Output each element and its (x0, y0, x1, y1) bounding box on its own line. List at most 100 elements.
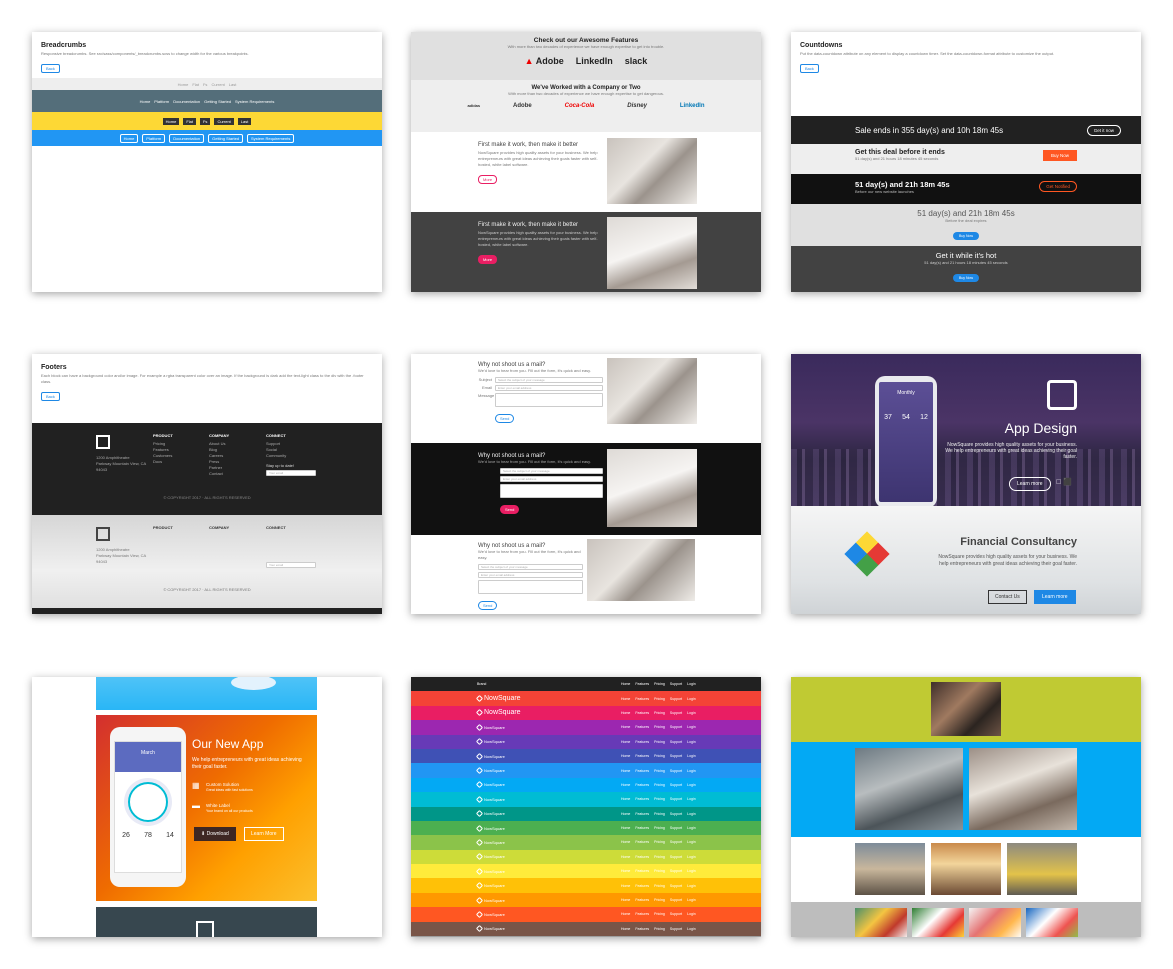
navbar-link[interactable]: Pricing (654, 826, 665, 830)
navbar-link[interactable]: Home (621, 711, 630, 715)
navbar-link[interactable]: Support (670, 927, 682, 931)
navbar-link[interactable]: Pricing (654, 740, 665, 744)
breadcrumbs-preview-card[interactable]: Breadcrumbs Responsive breadcrumbs. See … (32, 32, 382, 292)
navbar-link[interactable]: Features (635, 697, 649, 701)
back-button[interactable]: Back (41, 64, 60, 73)
navbar-link[interactable]: Features (635, 711, 649, 715)
navbar-link[interactable]: Pricing (654, 754, 665, 758)
navbar-brand[interactable]: NowSquare (484, 926, 505, 931)
navbar-link[interactable]: Support (670, 711, 682, 715)
contact-forms-preview-card[interactable]: Why not shoot us a mail? We'd love to he… (411, 354, 761, 614)
navbar-link[interactable]: Home (621, 754, 630, 758)
navbar-link[interactable]: Pricing (654, 797, 665, 801)
navbar-link[interactable]: Pricing (654, 855, 665, 859)
gallery-photo-4[interactable] (855, 843, 925, 895)
navbar-link[interactable]: Home (621, 927, 630, 931)
navbar-link[interactable]: Home (621, 884, 630, 888)
navbar-link[interactable]: Login (687, 783, 696, 787)
email-input-3[interactable]: Enter your email address (478, 572, 583, 578)
gallery-photo-6[interactable] (1007, 843, 1077, 895)
navbar-link[interactable]: Features (635, 783, 649, 787)
navbar-link[interactable]: Support (670, 769, 682, 773)
breadcrumb-item[interactable]: Platform (142, 133, 166, 143)
subject-select-3[interactable]: Select the subject of your message (478, 564, 583, 570)
navbar-brand[interactable]: NowSquare (484, 811, 505, 816)
navbar-link[interactable]: Pricing (654, 898, 665, 902)
navbar-link[interactable]: Login (687, 711, 696, 715)
navbar-brand[interactable]: Brand (477, 682, 486, 686)
navbar-link[interactable]: Pricing (654, 884, 665, 888)
navbar-link[interactable]: Support (670, 884, 682, 888)
navbar-link[interactable]: Pricing (654, 697, 665, 701)
subject-select[interactable]: Select the subject of your message (495, 377, 603, 383)
navbar-link[interactable]: Support (670, 912, 682, 916)
navbar-link[interactable]: Login (687, 725, 696, 729)
learn-more-button[interactable]: Learn More (244, 827, 284, 841)
navbar-link[interactable]: Features (635, 769, 649, 773)
navbar-link[interactable]: Login (687, 682, 696, 686)
navbar-brand[interactable]: NowSquare (484, 840, 505, 845)
navbar-brand[interactable]: NowSquare (484, 912, 505, 917)
navbar-brand[interactable]: NowSquare (484, 739, 505, 744)
navbar-link[interactable]: Support (670, 812, 682, 816)
navbar-link[interactable]: Features (635, 812, 649, 816)
navbar-brand[interactable]: NowSquare (484, 768, 505, 773)
navbar-link[interactable]: Login (687, 797, 696, 801)
navbar-link[interactable]: Home (621, 826, 630, 830)
navbar-link[interactable]: Pricing (654, 869, 665, 873)
navbar-link[interactable]: Home (621, 912, 630, 916)
app-design-preview-card[interactable]: Monthly 37 54 12 App Design NowSquare pr… (791, 354, 1141, 614)
breadcrumb-item[interactable]: Documentation (173, 99, 200, 104)
navbar-link[interactable]: Pricing (654, 783, 665, 787)
navbar-link[interactable]: Features (635, 826, 649, 830)
navbar-link[interactable]: Home (621, 797, 630, 801)
navbar-link[interactable]: Home (621, 725, 630, 729)
navbar-link[interactable]: Support (670, 725, 682, 729)
navbar-link[interactable]: Pricing (654, 682, 665, 686)
navbar-brand[interactable]: NowSquare (484, 898, 505, 903)
navbar-link[interactable]: Support (670, 840, 682, 844)
back-button[interactable]: Back (41, 392, 60, 401)
breadcrumb-item[interactable]: Last (237, 117, 252, 125)
send-button-3[interactable]: Send (478, 601, 498, 610)
navbar-link[interactable]: Login (687, 769, 696, 773)
buy-now-button[interactable]: Buy Now (1042, 150, 1077, 161)
navbar-link[interactable]: Support (670, 754, 682, 758)
gallery-photo-9[interactable] (969, 908, 1021, 937)
features-preview-card[interactable]: Check out our Awesome Features With more… (411, 32, 761, 292)
breadcrumb-item[interactable]: Home (119, 133, 139, 143)
navbar-link[interactable]: Login (687, 884, 696, 888)
breadcrumb-item[interactable]: Current (214, 117, 234, 125)
navbar-link[interactable]: Login (687, 927, 696, 931)
footers-preview-card[interactable]: Footers Each block can have a background… (32, 354, 382, 614)
navbar-link[interactable]: Features (635, 840, 649, 844)
breadcrumb-item[interactable]: Flat (183, 117, 196, 125)
navbar-link[interactable]: Pricing (654, 840, 665, 844)
send-button-dark[interactable]: Send (500, 505, 520, 514)
footer-link[interactable]: Community (266, 453, 286, 459)
breadcrumb-item[interactable]: Fs (203, 82, 207, 87)
footer-link[interactable]: Docs (153, 459, 172, 465)
navbar-brand[interactable]: NowSquare (484, 695, 521, 702)
navbar-link[interactable]: Login (687, 912, 696, 916)
more-button[interactable]: More (478, 175, 498, 184)
navbar-link[interactable]: Support (670, 898, 682, 902)
learn-more-button-2[interactable]: Learn more (1034, 590, 1076, 604)
navbar-link[interactable]: Features (635, 855, 649, 859)
breadcrumb-item[interactable]: Home (178, 82, 189, 87)
countdowns-preview-card[interactable]: Countdowns Put the data-countdown attrib… (791, 32, 1141, 292)
breadcrumb-item[interactable]: Fs (199, 117, 211, 125)
navbar-link[interactable]: Features (635, 725, 649, 729)
navbar-link[interactable]: Login (687, 840, 696, 844)
learn-more-button[interactable]: Learn more (1009, 477, 1051, 491)
navbar-link[interactable]: Support (670, 855, 682, 859)
navbar-brand[interactable]: NowSquare (484, 826, 505, 831)
navbar-link[interactable]: Pricing (654, 812, 665, 816)
message-textarea[interactable] (495, 393, 603, 407)
breadcrumb-item[interactable]: Platform (154, 99, 169, 104)
gallery-photo-3[interactable] (969, 748, 1077, 830)
navbar-link[interactable]: Login (687, 754, 696, 758)
back-button[interactable]: Back (800, 64, 819, 73)
navbar-link[interactable]: Login (687, 812, 696, 816)
navbar-link[interactable]: Support (670, 740, 682, 744)
